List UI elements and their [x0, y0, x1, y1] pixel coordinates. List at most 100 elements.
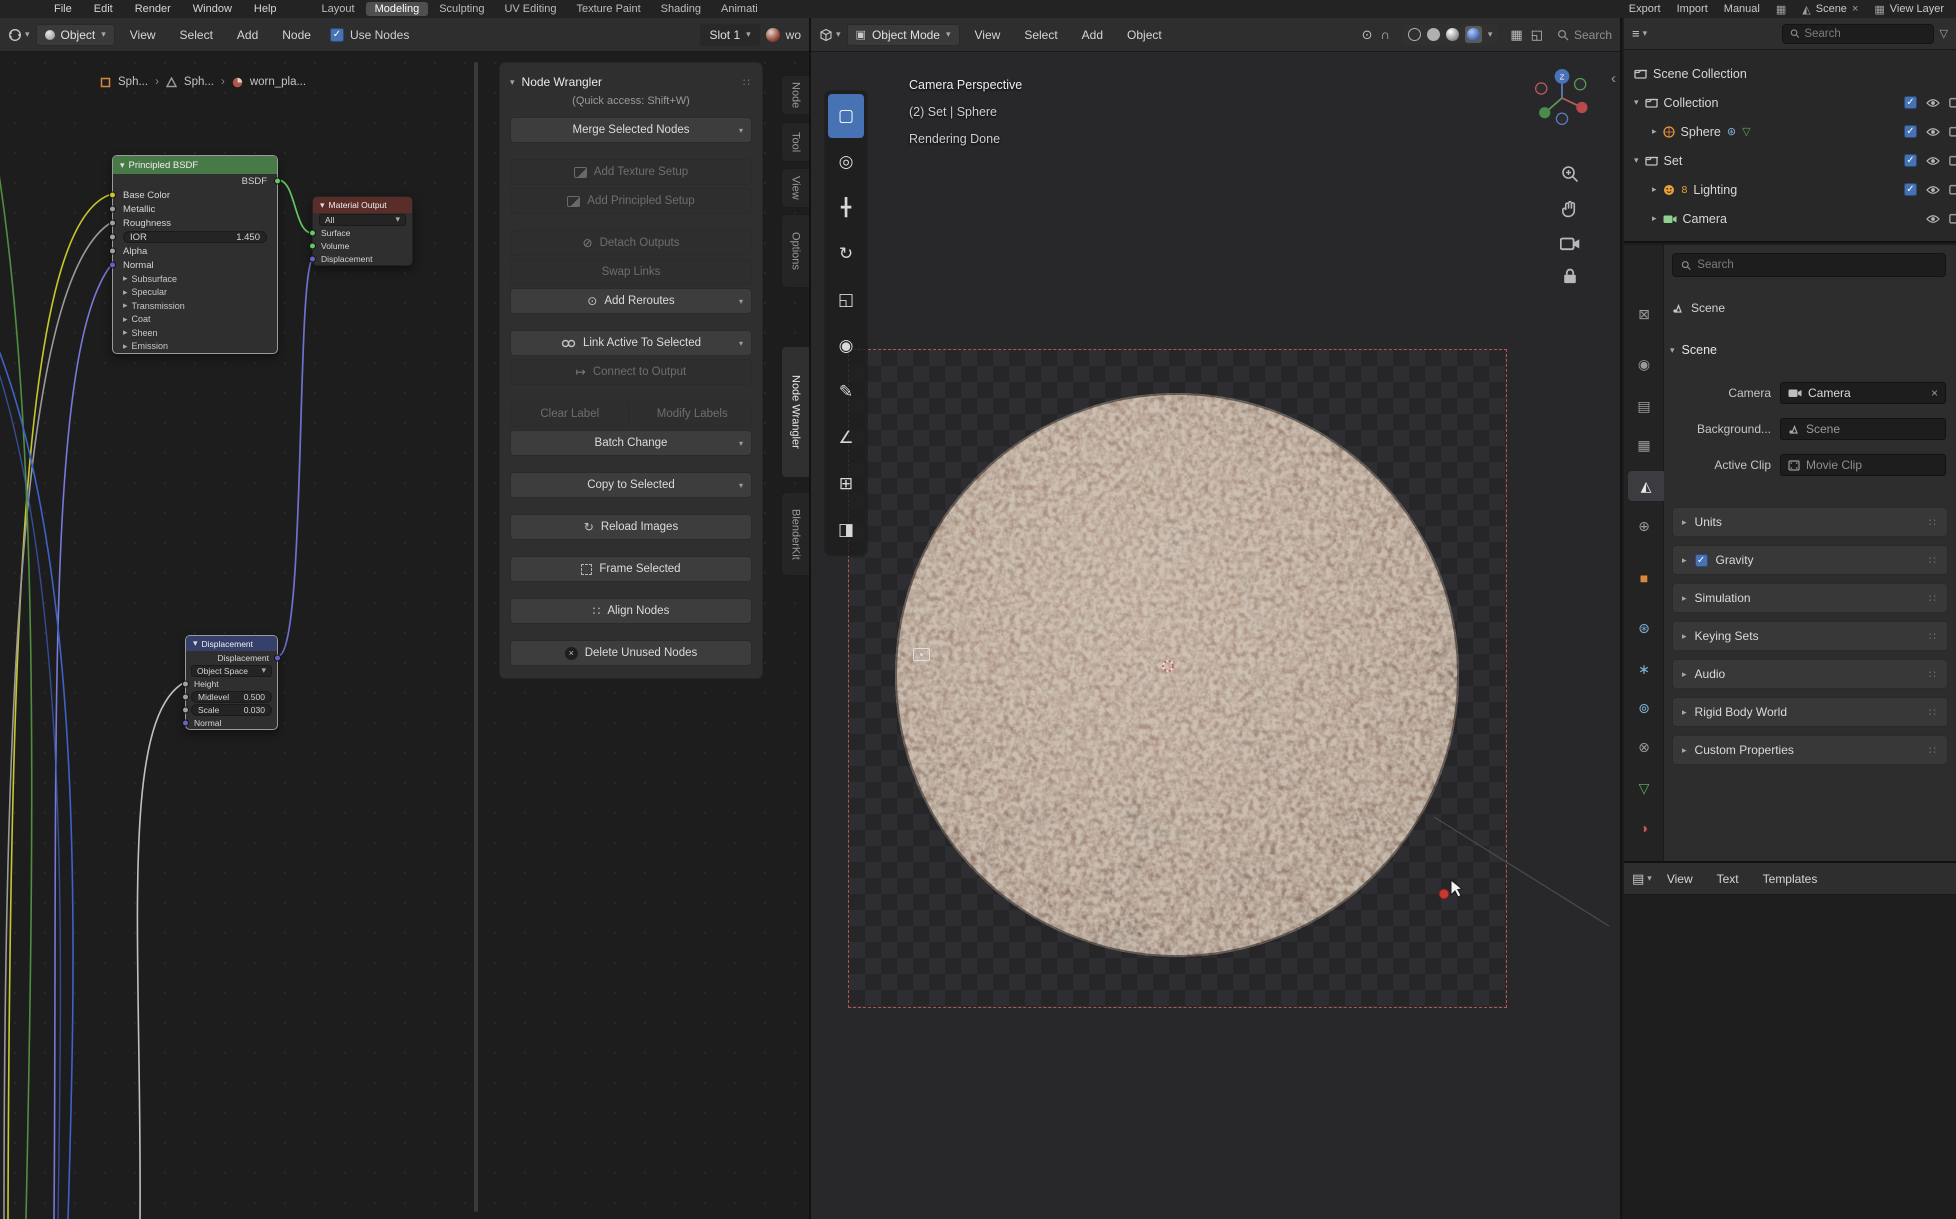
tab-view-layer-properties[interactable]: ▦	[1627, 430, 1661, 460]
scene-section-header[interactable]: ▾ Scene	[1670, 343, 1717, 357]
hide-eye-icon[interactable]	[1926, 127, 1940, 137]
shader-type-dropdown[interactable]: Object ▾	[36, 24, 115, 46]
camera-visibility-icon[interactable]	[1949, 213, 1956, 224]
node-header[interactable]: ▾ Material Output	[313, 197, 412, 213]
roughness-socket[interactable]	[109, 220, 116, 227]
frame-selected-button[interactable]: Frame Selected	[510, 556, 752, 582]
sidebar-tab-view[interactable]: View	[781, 168, 809, 208]
tool-cursor[interactable]: ◎	[828, 140, 864, 184]
hide-eye-icon[interactable]	[1926, 156, 1940, 166]
detach-outputs-button[interactable]: ⊘Detach Outputs	[510, 230, 752, 256]
use-nodes-checkbox[interactable]: ✓	[330, 28, 344, 42]
panel-specular[interactable]: ▸Specular	[113, 286, 277, 300]
height-socket[interactable]	[182, 680, 189, 687]
sidebar-tab-tool[interactable]: Tool	[781, 122, 809, 162]
node-canvas[interactable]: Sph... › Sph... › worn_pla... ▾ Principl…	[0, 18, 809, 1219]
clear-icon[interactable]: ×	[1931, 386, 1938, 400]
outliner-row-collection[interactable]: ▾ Collection ✓	[1624, 88, 1956, 117]
menu-file[interactable]: File	[44, 3, 82, 15]
menu-render[interactable]: Render	[125, 3, 181, 15]
merge-selected-nodes-button[interactable]: Merge Selected Nodes▾	[510, 117, 752, 143]
surface-socket[interactable]	[309, 229, 316, 236]
tool-extra[interactable]: ◨	[828, 508, 864, 552]
workspace-tab-animation[interactable]: Animati	[712, 2, 767, 16]
bsdf-output-socket[interactable]	[274, 178, 281, 185]
add-texture-setup-button[interactable]: Add Texture Setup	[510, 159, 752, 185]
tab-object-data-properties[interactable]: ▽	[1627, 773, 1661, 803]
scale-socket[interactable]	[182, 706, 189, 713]
gizmos-icon[interactable]: ◱	[1527, 27, 1547, 43]
hide-eye-icon[interactable]	[1926, 214, 1940, 224]
lock-icon[interactable]	[1562, 267, 1578, 285]
sidebar-tab-node-wrangler[interactable]: Node Wrangler	[781, 346, 809, 478]
metallic-socket[interactable]	[109, 206, 116, 213]
menu-edit[interactable]: Edit	[84, 3, 123, 15]
displacement-socket[interactable]	[309, 255, 316, 262]
add-principled-setup-button[interactable]: Add Principled Setup	[510, 188, 752, 214]
normal-socket[interactable]	[109, 262, 116, 269]
panel-sheen[interactable]: ▸Sheen	[113, 326, 277, 340]
shading-solid-icon[interactable]	[1427, 28, 1440, 41]
scene-selector[interactable]: ◭ Scene ×	[1802, 3, 1858, 16]
camera-visibility-icon[interactable]	[1949, 184, 1956, 195]
close-icon[interactable]: ×	[1852, 3, 1858, 15]
exclude-checkbox[interactable]: ✓	[1904, 183, 1917, 196]
panel-subsurface[interactable]: ▸Subsurface	[113, 272, 277, 286]
exclude-checkbox[interactable]: ✓	[1904, 125, 1917, 138]
export-button[interactable]: Export	[1629, 3, 1661, 15]
menu-object[interactable]: Object	[1118, 28, 1171, 42]
tab-world-properties[interactable]: ⊕	[1627, 511, 1661, 541]
midlevel-socket[interactable]	[182, 693, 189, 700]
outliner-row-lighting[interactable]: ▸ 8 Lighting ✓	[1624, 175, 1956, 204]
view-layer-selector[interactable]: ▦ View Layer	[1874, 3, 1944, 16]
ior-socket[interactable]	[109, 234, 116, 241]
search-input[interactable]	[1804, 28, 1925, 40]
panel-coat[interactable]: ▸Coat	[113, 313, 277, 327]
link-active-to-selected-button[interactable]: Link Active To Selected▾	[510, 330, 752, 356]
menu-text[interactable]: Text	[1708, 872, 1748, 886]
workspace-tab-texture-paint[interactable]: Texture Paint	[567, 2, 649, 16]
expand-icon[interactable]: ▸	[1652, 127, 1657, 136]
tool-add-cube[interactable]: ⊞	[828, 462, 864, 506]
tool-move[interactable]: ╋	[828, 186, 864, 230]
ior-slider[interactable]: IOR1.450	[123, 231, 267, 243]
expand-icon[interactable]: ▸	[1652, 185, 1657, 194]
alpha-socket[interactable]	[109, 248, 116, 255]
panel-custom-properties[interactable]: ▸ Custom Properties ∷	[1672, 735, 1948, 765]
breadcrumb-object[interactable]: Sph...	[118, 76, 148, 88]
properties-search[interactable]	[1672, 253, 1946, 277]
batch-change-button[interactable]: Batch Change▾	[510, 430, 752, 456]
menu-view[interactable]: View	[966, 28, 1010, 42]
delete-unused-nodes-button[interactable]: ×Delete Unused Nodes	[510, 640, 752, 666]
node-header[interactable]: ▾ Displacement	[186, 636, 277, 651]
node-header[interactable]: ▾ Principled BSDF	[113, 156, 277, 174]
scale-slider[interactable]: Scale0.030	[191, 704, 272, 716]
tab-scene-properties[interactable]: ◭	[1628, 471, 1664, 501]
clear-label-button[interactable]: Clear Label	[510, 401, 630, 427]
camera-marker-icon[interactable]	[913, 648, 930, 661]
tab-tool-properties[interactable]: ⊠	[1627, 299, 1661, 329]
tab-constraint-properties[interactable]: ⊗	[1627, 732, 1661, 762]
menu-add[interactable]: Add	[228, 28, 267, 42]
sidebar-tab-blenderkit[interactable]: BlenderKit	[781, 492, 809, 576]
shading-material-icon[interactable]	[1446, 28, 1459, 41]
menu-view[interactable]: View	[121, 28, 165, 42]
snap-icon[interactable]: ∩	[1377, 27, 1394, 42]
hide-eye-icon[interactable]	[1926, 185, 1940, 195]
menu-help[interactable]: Help	[244, 3, 287, 15]
background-scene-selector[interactable]: Scene	[1780, 418, 1946, 440]
breadcrumb-mesh[interactable]: Sph...	[184, 76, 214, 88]
menu-window[interactable]: Window	[183, 3, 242, 15]
reload-images-button[interactable]: ↻Reload Images	[510, 514, 752, 540]
midlevel-slider[interactable]: Midlevel0.500	[191, 691, 272, 703]
tool-rotate[interactable]: ↻	[828, 232, 864, 276]
filter-icon[interactable]: ▽	[1940, 27, 1948, 40]
workspace-tab-layout[interactable]: Layout	[313, 2, 364, 16]
slot-dropdown[interactable]: Slot 1 ▾	[700, 24, 759, 46]
menu-templates[interactable]: Templates	[1754, 872, 1827, 886]
tool-annotate[interactable]: ✎	[828, 370, 864, 414]
gravity-checkbox[interactable]: ✓	[1695, 554, 1708, 567]
movie-clip-selector[interactable]: Movie Clip	[1780, 454, 1946, 476]
mesh-data-icon[interactable]: ▽	[1742, 125, 1750, 138]
proportional-edit-icon[interactable]: ⊙	[1358, 27, 1377, 43]
